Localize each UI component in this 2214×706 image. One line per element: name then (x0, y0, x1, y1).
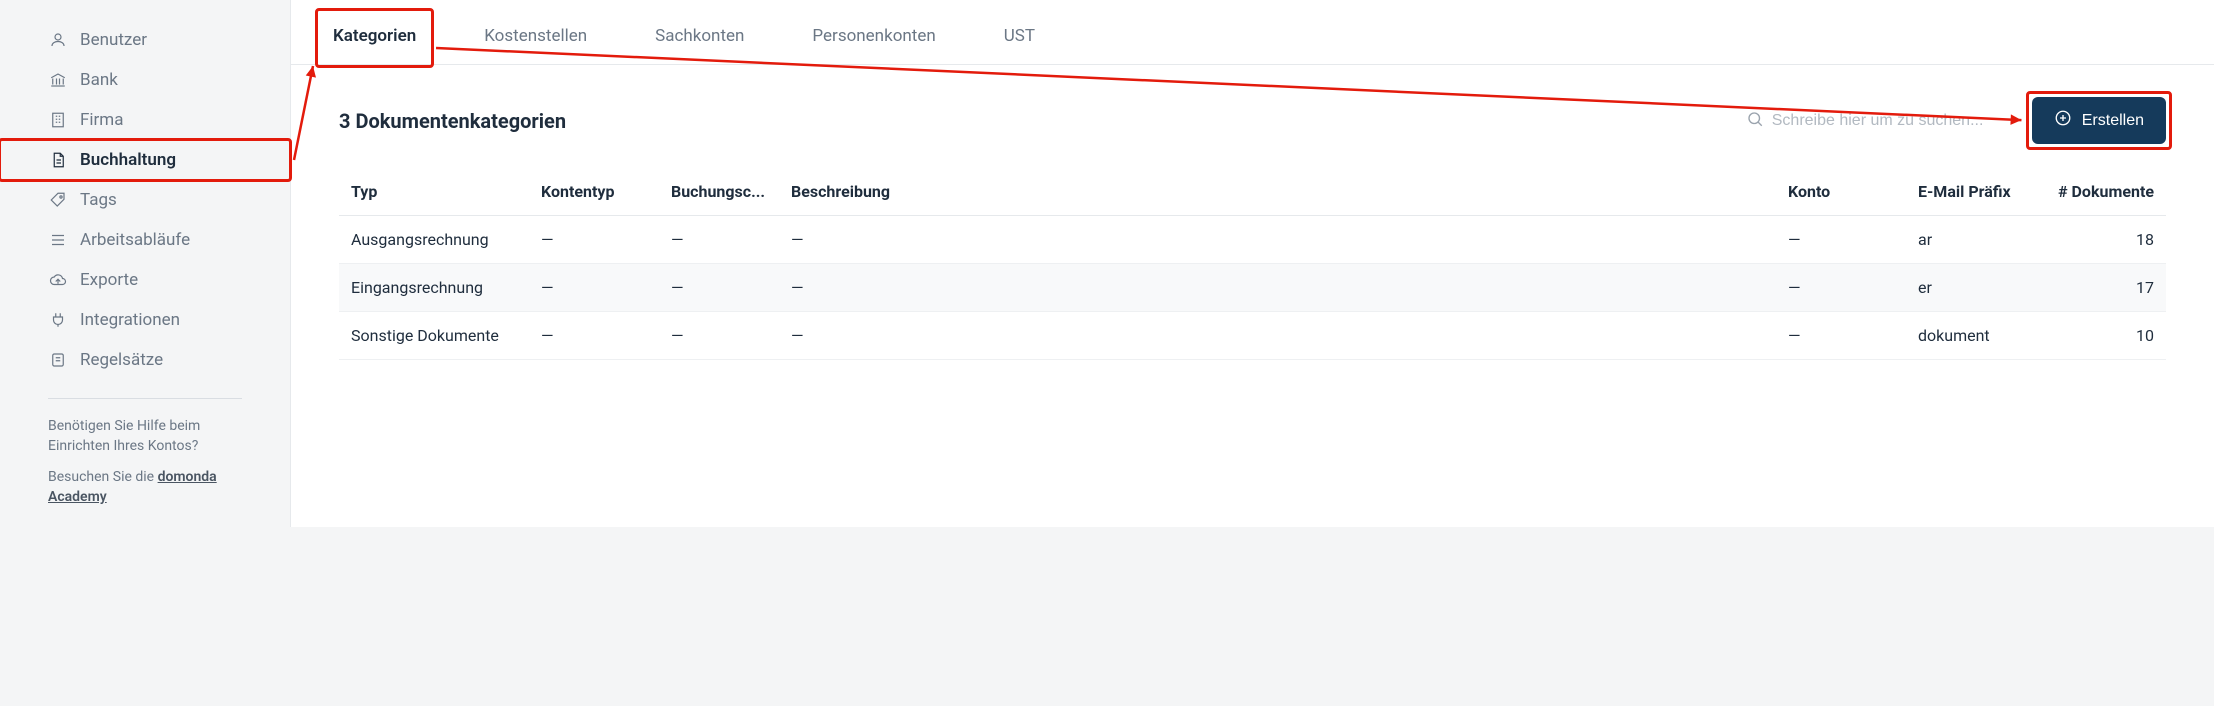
tag-icon (48, 190, 68, 210)
sidebar-item-label: Benutzer (80, 30, 147, 50)
sidebar-item-buchhaltung[interactable]: Buchhaltung (0, 140, 290, 180)
sidebar-item-label: Regelsätze (80, 350, 163, 370)
search-icon (1746, 110, 1764, 132)
tab-kategorien[interactable]: Kategorien (319, 12, 430, 64)
sidebar-item-label: Tags (80, 190, 117, 210)
cell-beschreibung: — (779, 216, 1776, 264)
sidebar-item-label: Integrationen (80, 310, 180, 330)
main-content: Kategorien Kostenstellen Sachkonten Pers… (290, 0, 2214, 527)
rules-icon (48, 350, 68, 370)
sidebar-item-label: Buchhaltung (80, 150, 176, 170)
cell-typ: Ausgangsrechnung (339, 216, 529, 264)
sidebar: Benutzer Bank Firma Buchhaltung Tags (0, 0, 290, 527)
sidebar-item-exporte[interactable]: Exporte (0, 260, 290, 300)
col-emailprefix[interactable]: E-Mail Präfix (1906, 168, 2036, 216)
content-header: 3 Dokumentenkategorien Erstellen (291, 65, 2214, 168)
cell-konto: — (1776, 312, 1906, 360)
cell-konto: — (1776, 264, 1906, 312)
cell-buchungscode: — (659, 264, 779, 312)
sidebar-divider (48, 398, 242, 399)
sidebar-item-arbeitsablaeufe[interactable]: Arbeitsabläufe (0, 220, 290, 260)
sidebar-item-tags[interactable]: Tags (0, 180, 290, 220)
page-title: 3 Dokumentenkategorien (339, 109, 566, 133)
cell-dokumente: 18 (2036, 216, 2166, 264)
search-wrap (1746, 110, 2012, 132)
cell-emailprefix: er (1906, 264, 2036, 312)
cell-kontentyp: — (529, 312, 659, 360)
sidebar-item-benutzer[interactable]: Benutzer (0, 20, 290, 60)
cloud-icon (48, 270, 68, 290)
user-icon (48, 30, 68, 50)
col-dokumente[interactable]: # Dokumente (2036, 168, 2166, 216)
sidebar-item-bank[interactable]: Bank (0, 60, 290, 100)
sidebar-item-regelsaetze[interactable]: Regelsätze (0, 340, 290, 380)
cell-konto: — (1776, 216, 1906, 264)
sidebar-item-label: Bank (80, 70, 118, 90)
col-typ[interactable]: Typ (339, 168, 529, 216)
cell-beschreibung: — (779, 264, 1776, 312)
help-block: Benötigen Sie Hilfe beim Einrichten Ihre… (0, 417, 290, 507)
cell-kontentyp: — (529, 216, 659, 264)
plus-circle-icon (2054, 109, 2072, 132)
bank-icon (48, 70, 68, 90)
sidebar-item-firma[interactable]: Firma (0, 100, 290, 140)
sidebar-item-integrationen[interactable]: Integrationen (0, 300, 290, 340)
sidebar-item-label: Exporte (80, 270, 138, 290)
help-line2: Besuchen Sie die (48, 469, 154, 485)
create-button-label: Erstellen (2082, 112, 2144, 130)
cell-kontentyp: — (529, 264, 659, 312)
help-line1: Benötigen Sie Hilfe beim Einrichten Ihre… (48, 417, 242, 456)
create-button[interactable]: Erstellen (2032, 97, 2166, 144)
col-beschreibung[interactable]: Beschreibung (779, 168, 1776, 216)
table-header-row: Typ Kontentyp Buchungsc... Beschreibung … (339, 168, 2166, 216)
sidebar-item-label: Arbeitsabläufe (80, 230, 190, 250)
plug-icon (48, 310, 68, 330)
tab-ust[interactable]: UST (990, 12, 1049, 64)
document-icon (48, 150, 68, 170)
cell-buchungscode: — (659, 312, 779, 360)
sidebar-item-label: Firma (80, 110, 123, 130)
tabs: Kategorien Kostenstellen Sachkonten Pers… (291, 0, 2214, 65)
table-row[interactable]: Sonstige Dokumente — — — — dokument 10 (339, 312, 2166, 360)
tab-personenkonten[interactable]: Personenkonten (798, 12, 949, 64)
cell-buchungscode: — (659, 216, 779, 264)
cell-dokumente: 10 (2036, 312, 2166, 360)
categories-table: Typ Kontentyp Buchungsc... Beschreibung … (339, 168, 2166, 360)
tab-kostenstellen[interactable]: Kostenstellen (470, 12, 601, 64)
col-buchungscode[interactable]: Buchungsc... (659, 168, 779, 216)
search-input[interactable] (1772, 112, 2012, 130)
cell-beschreibung: — (779, 312, 1776, 360)
cell-typ: Eingangsrechnung (339, 264, 529, 312)
col-konto[interactable]: Konto (1776, 168, 1906, 216)
cell-emailprefix: ar (1906, 216, 2036, 264)
table-row[interactable]: Ausgangsrechnung — — — — ar 18 (339, 216, 2166, 264)
cell-dokumente: 17 (2036, 264, 2166, 312)
cell-typ: Sonstige Dokumente (339, 312, 529, 360)
tab-sachkonten[interactable]: Sachkonten (641, 12, 758, 64)
col-kontentyp[interactable]: Kontentyp (529, 168, 659, 216)
table-row[interactable]: Eingangsrechnung — — — — er 17 (339, 264, 2166, 312)
building-icon (48, 110, 68, 130)
workflow-icon (48, 230, 68, 250)
cell-emailprefix: dokument (1906, 312, 2036, 360)
